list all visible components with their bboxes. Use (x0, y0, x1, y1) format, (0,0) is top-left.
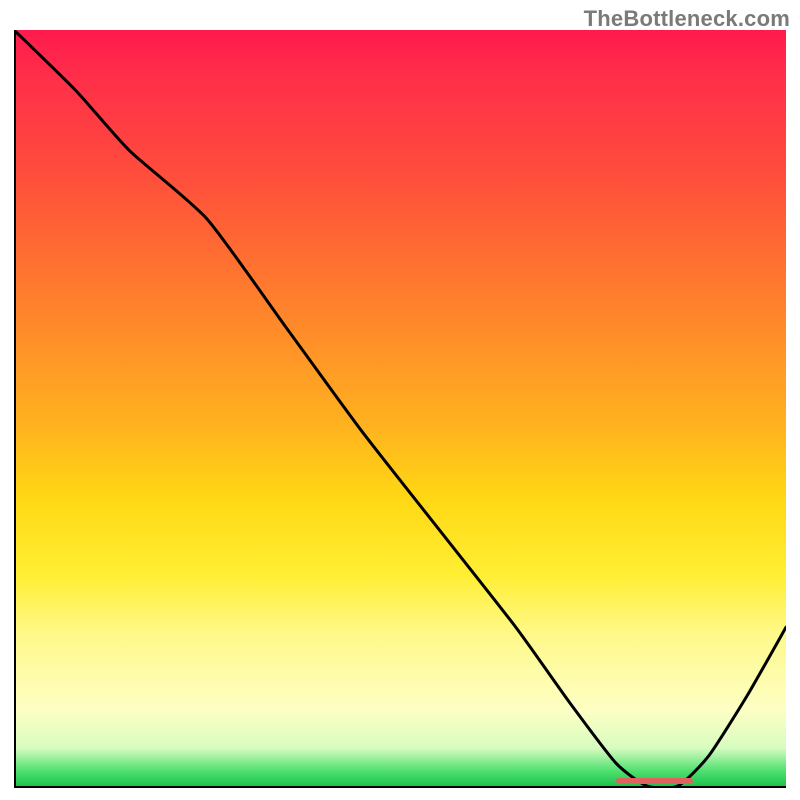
optimum-range-marker (616, 778, 693, 784)
bottleneck-curve (14, 30, 786, 786)
watermark-text: TheBottleneck.com (584, 6, 790, 32)
x-axis-line (14, 786, 786, 788)
